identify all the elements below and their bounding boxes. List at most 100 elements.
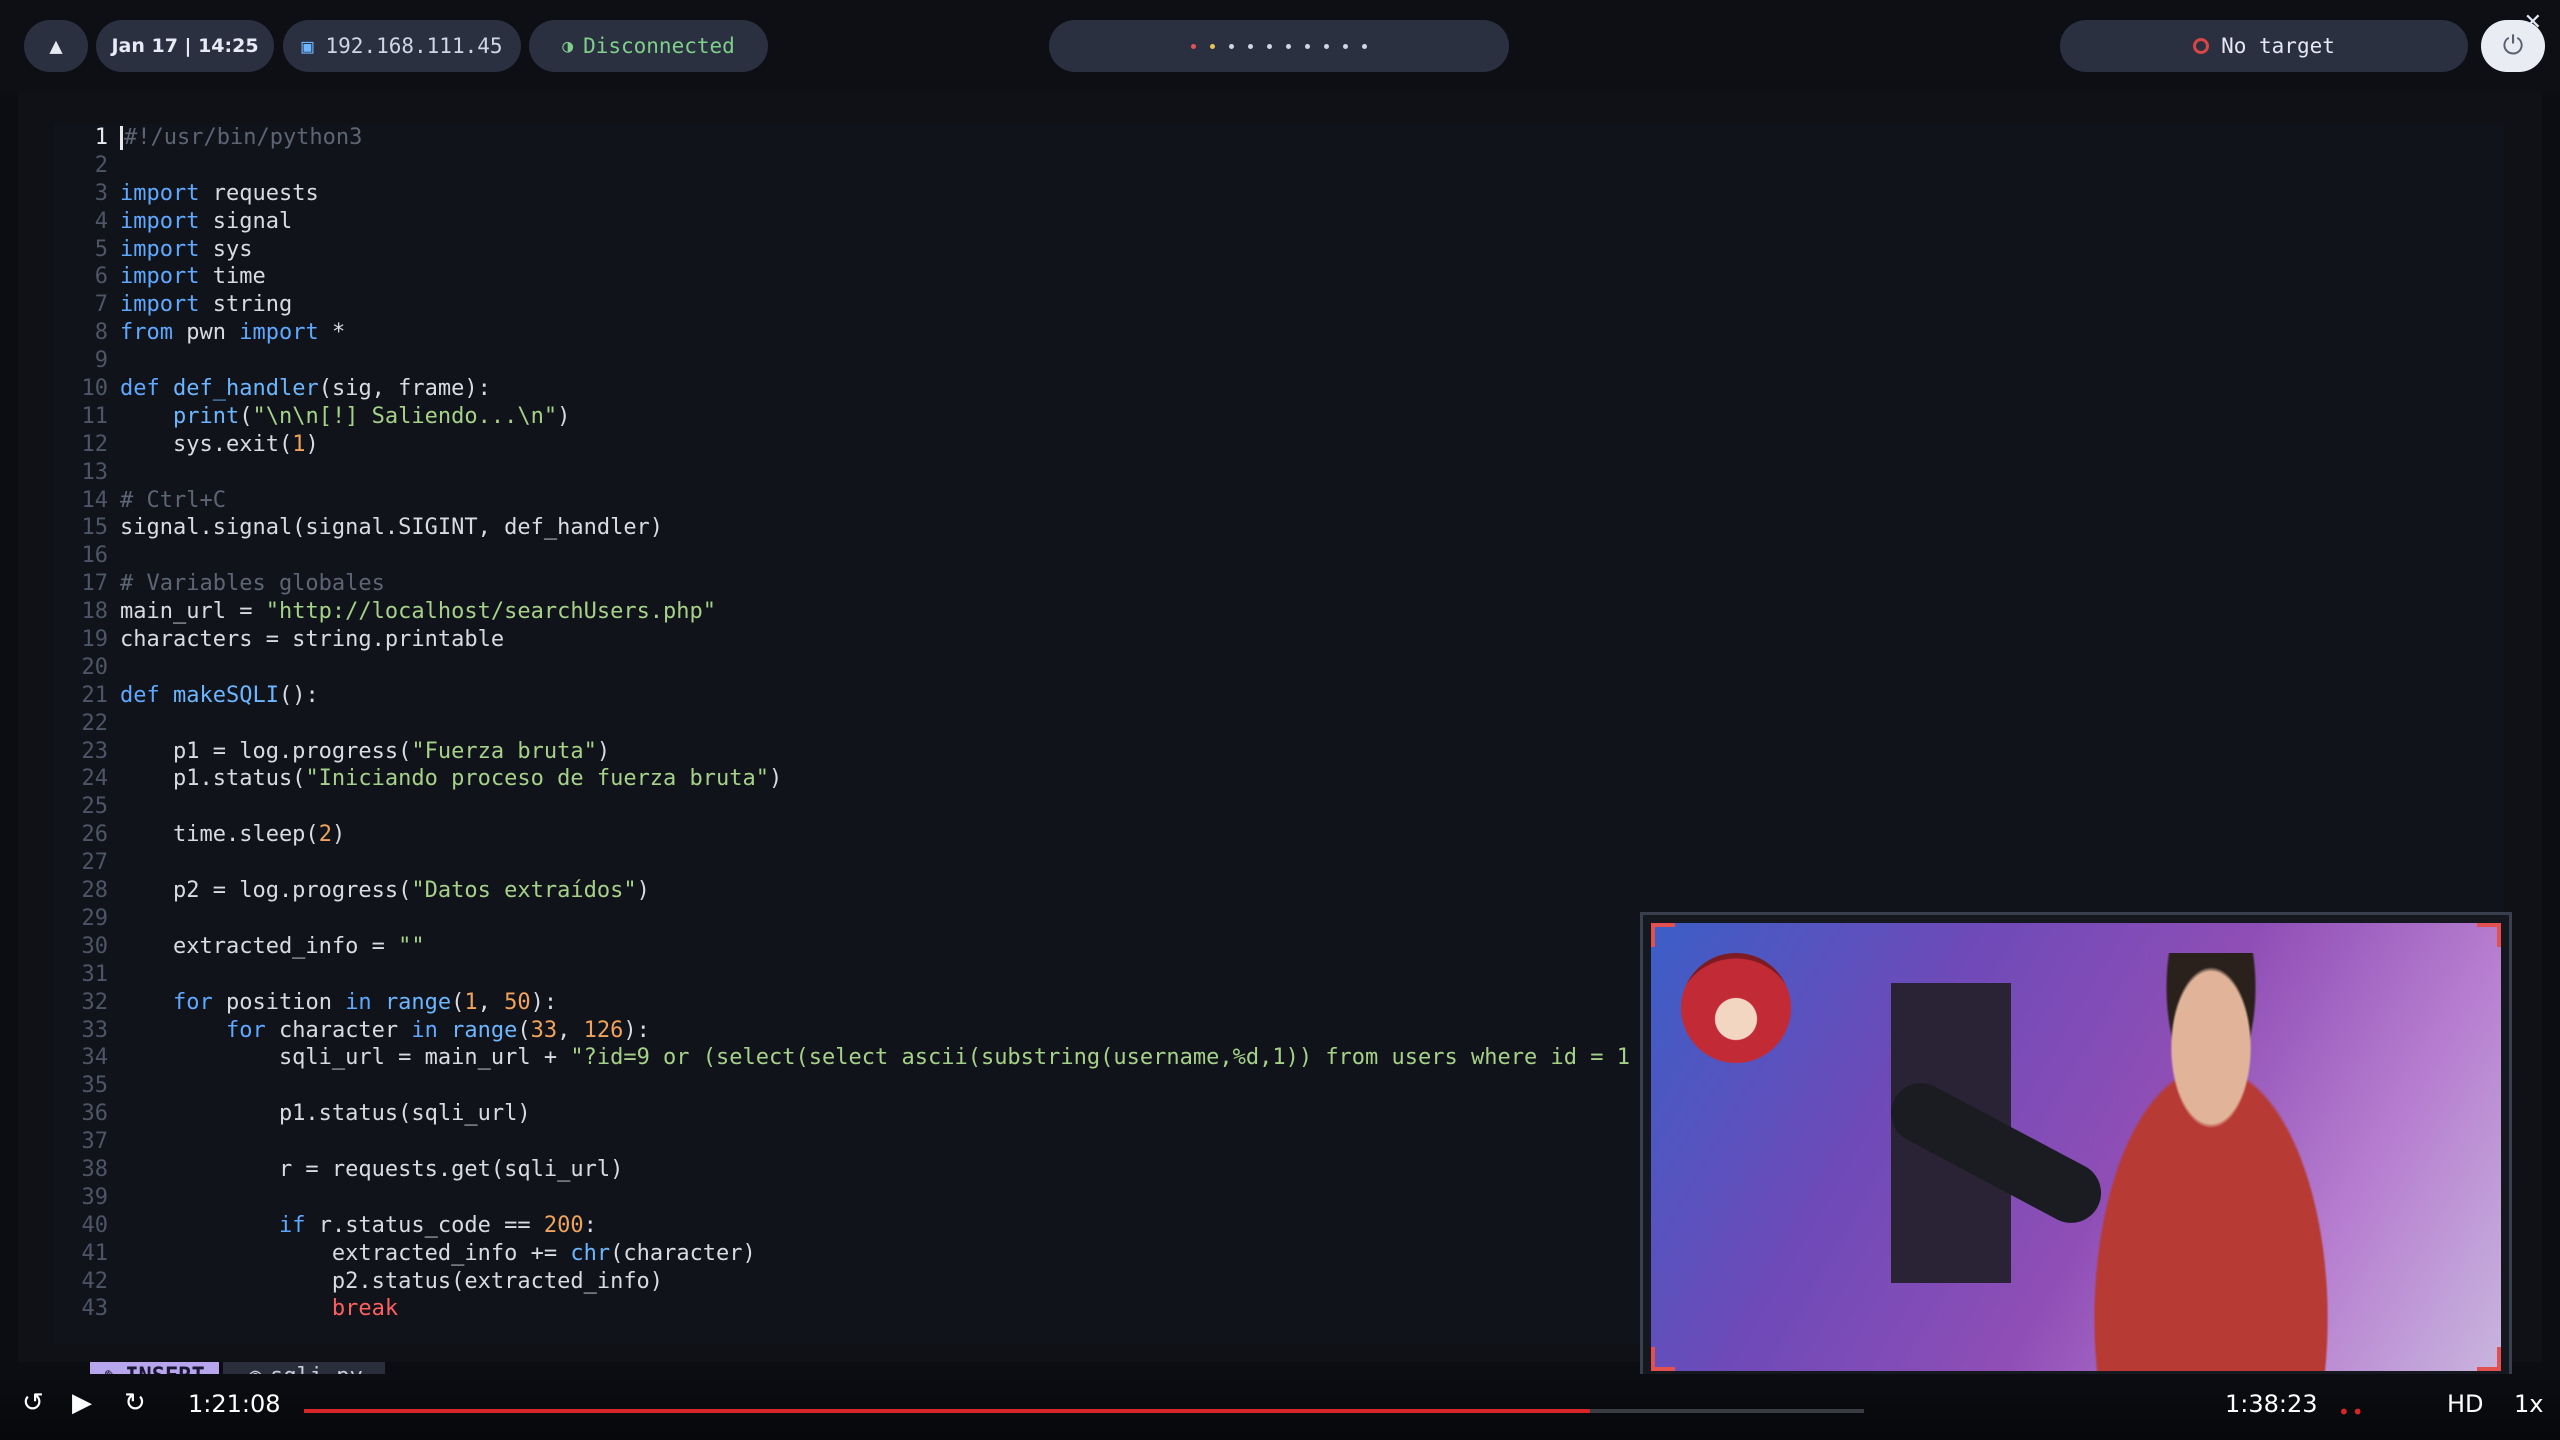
code-line: 26 time.sleep(2) [54,821,1630,849]
streamer [2041,953,2381,1371]
code-line: 41 extracted_info += chr(character) [54,1240,1630,1268]
workspace-switcher[interactable] [1049,20,1509,72]
line-text: import requests [120,180,319,206]
code-line: 20 [54,654,1630,682]
code-line: 37 [54,1128,1630,1156]
line-text: p1.status(sqli_url) [120,1101,531,1127]
code-line: 11 print("\n\n[!] Saliendo...\n") [54,403,1630,431]
video-player-controls: ↺ ▶ ↻ 1:21:08 1:38:23 •• HD 1x [0,1374,2560,1440]
ip-label: 192.168.111.45 [325,34,503,58]
ip-badge[interactable]: ▣ 192.168.111.45 [283,20,521,72]
workspace-dot-2[interactable] [1210,43,1215,49]
top-bar: ▲ Jan 17 | 14:25 ▣ 192.168.111.45 ◑ Disc… [0,0,2560,92]
line-text: p1 = log.progress("Fuerza bruta") [120,738,611,764]
line-text: signal.signal(signal.SIGINT, def_handler… [120,515,664,541]
workspace-dot-1[interactable] [1191,43,1196,49]
code-line: 7 import string [54,291,1630,319]
line-number: 5 [94,236,108,262]
line-number: 4 [94,208,108,234]
line-number: 7 [94,292,108,318]
code-lines: 1 #!/usr/bin/python3 2 3 import requests 4 imp… [54,124,1630,1323]
line-number: 21 [81,682,109,708]
line-text: from pwn import * [120,320,346,346]
power-icon: ⏻ [2502,30,2524,61]
line-text: r = requests.get(sqli_url) [120,1156,624,1182]
code-line: 4 import signal [54,208,1630,236]
line-number: 16 [81,543,109,569]
line-number: 17 [81,571,109,597]
workspace-dot-3[interactable] [1229,43,1234,49]
code-line: 39 [54,1184,1630,1212]
line-number: 28 [81,878,109,904]
line-number: 43 [81,1296,109,1322]
line-number: 18 [81,599,109,625]
forward-10-icon[interactable]: ↻ [124,1388,146,1418]
target-badge[interactable]: No target [2060,20,2468,72]
monitor-icon: ▣ [301,34,314,58]
speed-button[interactable]: 1x [2514,1390,2543,1418]
line-number: 15 [81,515,109,541]
line-number: 29 [81,905,109,931]
code-line: 17 # Variables globales [54,570,1630,598]
line-number: 36 [81,1101,109,1127]
webcam-video [1651,923,2501,1371]
line-number: 2 [94,152,108,178]
line-text: # Variables globales [120,571,385,597]
workspace-dot-5[interactable] [1267,43,1272,49]
code-line: 23 p1 = log.progress("Fuerza bruta") [54,738,1630,766]
vpn-status-badge[interactable]: ◑ Disconnected [529,20,768,72]
frame-corner-tl [1651,923,1675,947]
text-cursor [120,126,123,150]
workspace-dot-10[interactable] [1362,43,1367,49]
code-line: 13 [54,459,1630,487]
line-text: time.sleep(2) [120,822,346,848]
line-text: p2 = log.progress("Datos extraídos") [120,878,650,904]
chapter-dots: •• [2338,1400,2366,1424]
line-text: extracted_info += chr(character) [120,1240,756,1266]
workspace-dot-4[interactable] [1248,43,1253,49]
line-number: 42 [81,1268,109,1294]
play-icon[interactable]: ▶ [72,1388,92,1418]
code-line: 22 [54,710,1630,738]
seek-bar-progress [304,1409,1591,1413]
frame-corner-bl [1651,1347,1675,1371]
line-number: 6 [94,264,108,290]
code-line: 10 def def_handler(sig, frame): [54,375,1630,403]
logo-icon: ▲ [49,33,63,59]
line-number: 31 [81,961,109,987]
code-line: 8 from pwn import * [54,319,1630,347]
line-number: 14 [81,487,109,513]
line-number: 20 [81,654,109,680]
code-line: 32 for position in range(1, 50): [54,989,1630,1017]
line-text: sqli_url = main_url + "?id=9 or (select(… [120,1045,1630,1071]
workspace-dot-9[interactable] [1343,43,1348,49]
quality-button[interactable]: HD [2447,1390,2484,1418]
workspace-dot-6[interactable] [1286,43,1291,49]
line-number: 30 [81,933,109,959]
seek-bar[interactable] [304,1409,1864,1413]
line-number: 10 [81,376,109,402]
code-line: 29 [54,905,1630,933]
code-line: 12 sys.exit(1) [54,431,1630,459]
line-number: 9 [94,348,108,374]
streamer-logo [1681,953,1791,1063]
close-icon[interactable]: ✕ [2524,10,2542,35]
datetime-badge: Jan 17 | 14:25 [96,20,274,72]
line-text: def def_handler(sig, frame): [120,376,491,402]
line-number: 24 [81,766,109,792]
rewind-10-icon[interactable]: ↺ [22,1388,44,1418]
line-text: #!/usr/bin/python3 [120,124,362,152]
code-line: 34 sqli_url = main_url + "?id=9 or (sele… [54,1044,1630,1072]
workspace-dot-8[interactable] [1324,43,1329,49]
code-line: 2 [54,152,1630,180]
line-number: 32 [81,989,109,1015]
line-number: 11 [81,403,109,429]
code-line: 30 extracted_info = "" [54,933,1630,961]
frame-corner-br [2477,1347,2501,1371]
logo-button[interactable]: ▲ [24,20,88,72]
code-line: 31 [54,961,1630,989]
line-text: def makeSQLI(): [120,682,319,708]
workspace-dot-7[interactable] [1305,43,1310,49]
line-text: main_url = "http://localhost/searchUsers… [120,599,717,625]
line-number: 35 [81,1073,109,1099]
